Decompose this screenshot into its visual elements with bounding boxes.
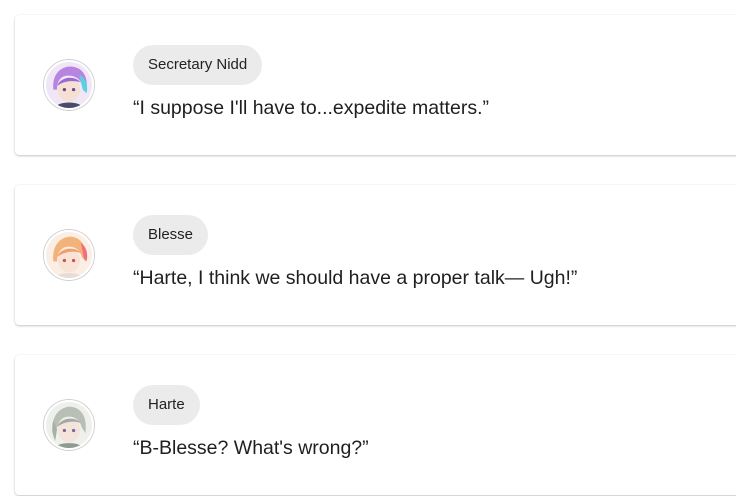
dialogue-text: “Harte, I think we should have a proper … xyxy=(133,267,578,289)
speaker-name-chip: Secretary Nidd xyxy=(133,45,263,85)
dialogue-text: “I suppose I'll have to...expedite matte… xyxy=(133,97,489,119)
dialogue-card: Harte “B-Blesse? What's wrong?” xyxy=(15,355,736,495)
dialogue-card: Secretary Nidd “I suppose I'll have to..… xyxy=(15,15,736,155)
speaker-name-chip: Harte xyxy=(133,385,200,425)
character-portrait-icon xyxy=(44,230,94,280)
dialogue-text: “B-Blesse? What's wrong?” xyxy=(133,437,369,459)
dialogue-feed: Secretary Nidd “I suppose I'll have to..… xyxy=(0,0,736,496)
dialogue-card: Blesse “Harte, I think we should have a … xyxy=(15,185,736,325)
character-portrait-icon xyxy=(44,60,94,110)
character-portrait-icon xyxy=(44,400,94,450)
speaker-name-chip: Blesse xyxy=(133,215,209,255)
